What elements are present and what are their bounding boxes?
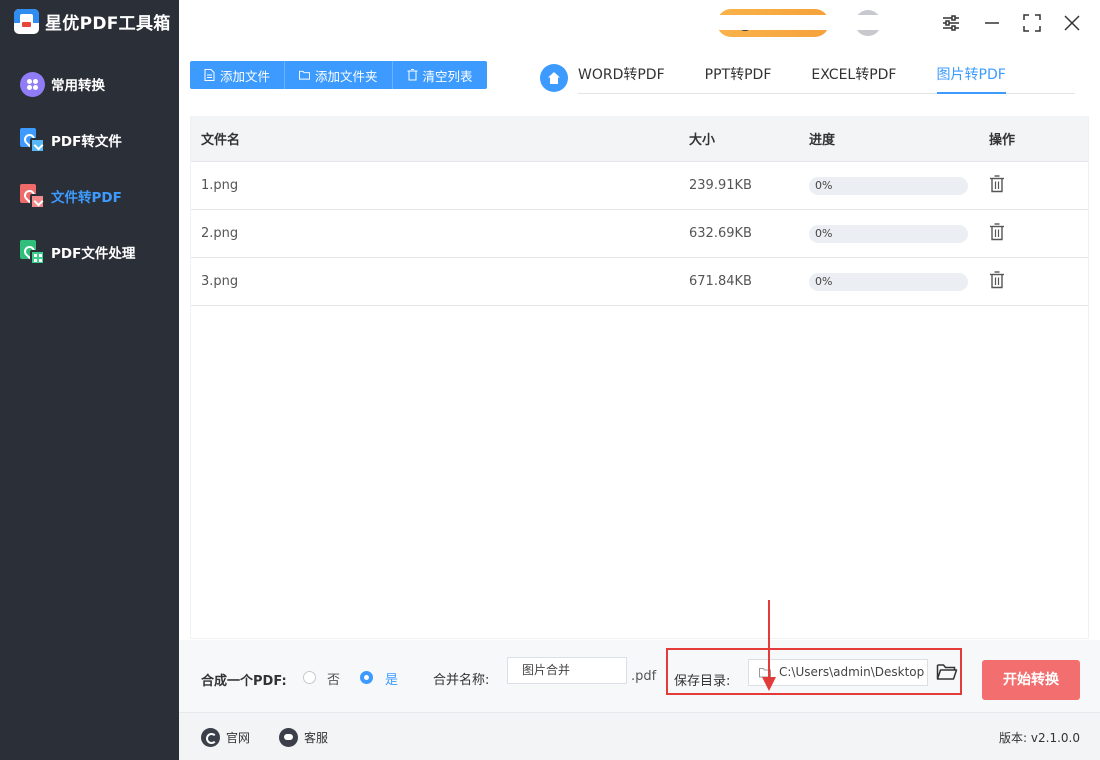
merge-yes-label: 是	[385, 673, 399, 688]
tab-image-to-pdf[interactable]: 图片转PDF	[936, 64, 1006, 94]
minimize-icon[interactable]	[981, 12, 1003, 34]
conversion-tabs: WORD转PDF PPT转PDF EXCEL转PDF 图片转PDF	[578, 64, 1075, 94]
file-to-pdf-icon	[20, 183, 45, 209]
file-icon	[204, 69, 215, 81]
home-button[interactable]	[540, 64, 568, 92]
merge-no-radio[interactable]	[303, 671, 316, 684]
open-folder-icon	[936, 664, 958, 680]
sidebar-item-label: 常用转换	[51, 78, 105, 94]
file-table: 文件名 大小 进度 操作 1.png 239.91KB 0% 2.png 632.69K…	[190, 116, 1089, 639]
save-dir-value: C:\Users\admin\Desktop	[779, 665, 925, 679]
sidebar-item-common-convert[interactable]: 常用转换	[20, 70, 105, 98]
progress-bar: 0%	[809, 176, 968, 195]
settings-sliders-icon[interactable]	[940, 12, 962, 34]
progress-text: 0%	[815, 274, 833, 288]
annotation-arrow-line	[768, 600, 770, 678]
save-directory-highlight: 保存目录: C:\Users\admin\Desktop	[666, 648, 962, 695]
sidebar-item-label: 文件转PDF	[51, 190, 122, 206]
sidebar-item-label: PDF转文件	[51, 134, 122, 150]
browser-icon	[201, 728, 220, 747]
header-action: 操作	[989, 133, 1016, 148]
tab-excel-to-pdf[interactable]: EXCEL转PDF	[811, 64, 916, 94]
maximize-icon[interactable]	[1021, 12, 1043, 34]
file-size: 671.84KB	[689, 274, 752, 289]
brand: 星优PDF工具箱	[14, 9, 171, 34]
sidebar: 星优PDF工具箱 常用转换 PDF转文件 文件转PDF PDF文件处理	[0, 0, 179, 760]
close-icon[interactable]	[1061, 12, 1083, 34]
file-size: 239.91KB	[689, 178, 752, 193]
pdf-process-icon	[20, 239, 45, 265]
merge-yes-radio[interactable]	[360, 671, 373, 684]
file-name: 3.png	[201, 274, 239, 289]
merge-name-label: 合并名称:	[433, 673, 490, 688]
save-dir-label: 保存目录:	[674, 674, 731, 689]
clear-list-button[interactable]: 清空列表	[393, 61, 487, 89]
file-name: 2.png	[201, 226, 239, 241]
file-size: 632.69KB	[689, 226, 752, 241]
home-icon	[548, 72, 560, 84]
footer: 官网 客服 版本: v2.1.0.0	[179, 712, 1100, 760]
delete-row-icon[interactable]	[989, 174, 1005, 193]
header-name: 文件名	[201, 133, 241, 148]
app-title: 星优PDF工具箱	[45, 14, 171, 34]
sidebar-item-pdf-process[interactable]: PDF文件处理	[20, 238, 135, 266]
table-row: 2.png 632.69KB 0%	[191, 210, 1088, 258]
support-link[interactable]: 客服	[279, 728, 328, 747]
file-toolbar: 添加文件 添加文件夹 清空列表	[190, 61, 487, 89]
progress-text: 0%	[815, 226, 833, 240]
header-progress: 进度	[809, 133, 836, 148]
folder-icon	[299, 70, 311, 80]
header-size: 大小	[689, 133, 716, 148]
browse-folder-button[interactable]	[936, 662, 958, 682]
add-folder-button[interactable]: 添加文件夹	[285, 61, 393, 89]
tab-ppt-to-pdf[interactable]: PPT转PDF	[705, 64, 792, 94]
progress-bar: 0%	[809, 272, 968, 291]
pdf-suffix: .pdf	[631, 669, 657, 684]
version-text: 版本: v2.1.0.0	[999, 731, 1080, 745]
progress-text: 0%	[815, 178, 833, 192]
file-name: 1.png	[201, 178, 239, 193]
annotation-arrow-head	[762, 677, 776, 691]
grid-circle-icon	[20, 71, 45, 97]
website-link[interactable]: 官网	[201, 728, 250, 747]
merge-name-input[interactable]: 图片合并	[507, 657, 627, 684]
sidebar-item-label: PDF文件处理	[51, 246, 136, 262]
title-bar	[179, 0, 1100, 50]
delete-row-icon[interactable]	[989, 270, 1005, 289]
start-convert-button[interactable]: 开始转换	[982, 660, 1080, 700]
app-logo-icon	[14, 9, 39, 34]
tab-word-to-pdf[interactable]: WORD转PDF	[578, 64, 685, 94]
user-info-mask	[711, 15, 923, 30]
table-row: 3.png 671.84KB 0%	[191, 258, 1088, 306]
pdf-to-file-icon	[20, 127, 45, 153]
table-row: 1.png 239.91KB 0%	[191, 162, 1088, 210]
sidebar-item-file-to-pdf[interactable]: 文件转PDF	[20, 182, 122, 210]
progress-bar: 0%	[809, 224, 968, 243]
merge-pdf-label: 合成一个PDF:	[201, 674, 287, 689]
add-file-button[interactable]: 添加文件	[190, 61, 286, 89]
merge-no-label: 否	[327, 673, 341, 688]
trash-icon	[407, 69, 418, 81]
sidebar-item-pdf-to-file[interactable]: PDF转文件	[20, 126, 122, 154]
chat-icon	[279, 728, 298, 747]
conversion-options: 合成一个PDF: 否 是 合并名称: 图片合并 .pdf 保存目录: C:\Us…	[179, 640, 1100, 712]
delete-row-icon[interactable]	[989, 222, 1005, 241]
main-panel: 添加文件 添加文件夹 清空列表 WORD转PDF PPT转PDF EXCEL转P…	[179, 50, 1100, 760]
table-header: 文件名 大小 进度 操作	[191, 116, 1088, 162]
